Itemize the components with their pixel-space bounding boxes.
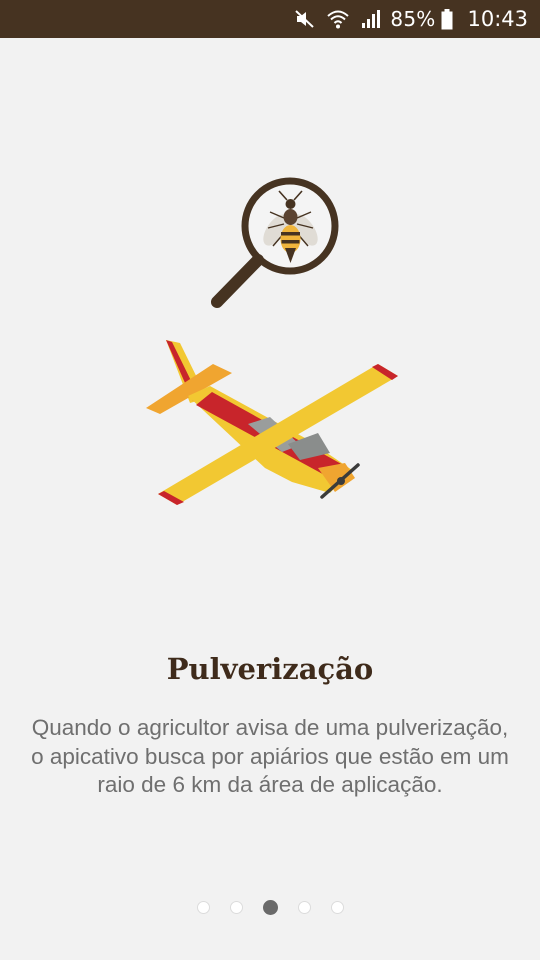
magnifier-bee-icon [211, 177, 339, 308]
page-dot-2[interactable] [229, 900, 243, 914]
slide-description: Quando o agricultor avisa de uma pulveri… [31, 715, 509, 797]
slide-title: Pulverização [166, 652, 374, 686]
onboarding-illustration [0, 38, 540, 598]
signal-icon [360, 8, 382, 30]
mute-icon [294, 8, 316, 30]
page-dot-5[interactable] [330, 900, 344, 914]
wifi-icon [326, 8, 350, 30]
battery-icon [441, 8, 453, 30]
page-dot-3-active[interactable] [262, 899, 278, 915]
page-indicator [0, 897, 540, 917]
status-bar: 85% 10:43 [0, 0, 540, 38]
page-dot-1[interactable] [196, 900, 210, 914]
crop-duster-airplane-icon [146, 340, 398, 505]
page-dot-4[interactable] [297, 900, 311, 914]
battery-percentage: 85% [390, 7, 436, 31]
clock-time: 10:43 [467, 7, 528, 31]
